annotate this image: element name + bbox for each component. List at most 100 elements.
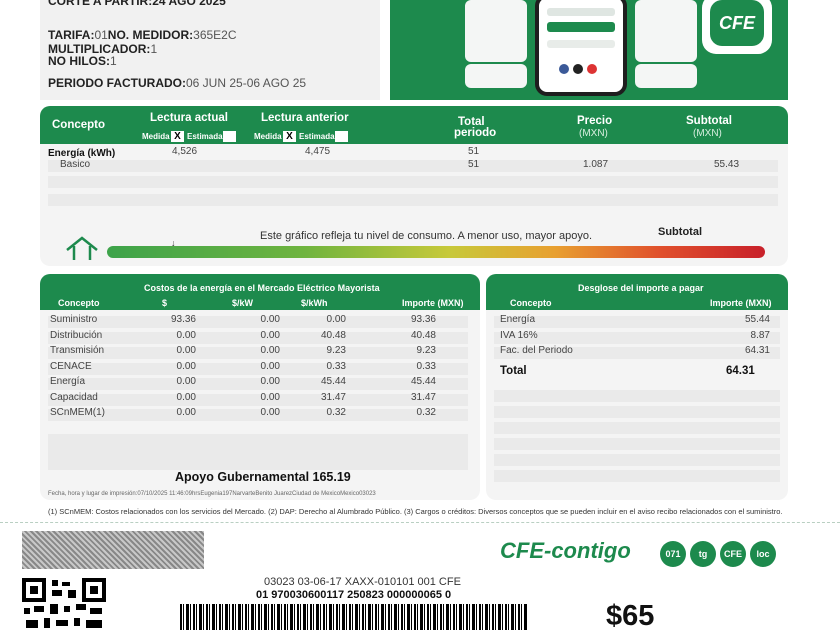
medidor-label: NO. MEDIDOR:: [107, 28, 194, 42]
lectura-anterior-value: 4,475: [305, 146, 331, 157]
reference-line-2: 01 970030600117 250823 000000065 0: [256, 589, 452, 601]
market-cell: 0.32: [416, 407, 436, 418]
footnote: (1) SCnMEM: Costos relacionados con los …: [48, 507, 783, 516]
breakdown-concept: Fac. del Periodo: [500, 345, 573, 356]
telegram-icon[interactable]: tg: [690, 541, 716, 567]
consumption-box: Concepto Lectura actual Medida X Estimad…: [40, 106, 788, 266]
market-cell: 0.00: [176, 345, 196, 356]
basico-label: Basico: [60, 159, 91, 170]
medida-check: X: [171, 131, 184, 142]
market-costs-table: Costos de la energía en el Mercado Eléct…: [40, 274, 480, 500]
market-costs-header: Costos de la energía en el Mercado Eléct…: [40, 274, 480, 310]
basico-total: 51: [468, 159, 480, 170]
total-energia-value: 51: [468, 146, 480, 157]
market-cell: 0.00: [260, 314, 280, 325]
cut-date: CORTE A PARTIR:24 AGO 2025: [48, 0, 226, 8]
consumption-header: Concepto Lectura actual Medida X Estimad…: [40, 106, 788, 144]
table-row: [494, 438, 780, 450]
hilos-label: NO HILOS:: [48, 54, 110, 68]
market-cell: 0.00: [176, 329, 196, 341]
tarifa-label: TARIFA:: [48, 28, 95, 42]
market-cell: 0.00: [260, 345, 280, 356]
total-label: Total: [500, 365, 527, 377]
market-cell: 0.00: [260, 376, 280, 387]
cfe-app-icon[interactable]: CFE: [720, 541, 746, 567]
market-cell: 0.00: [176, 391, 196, 403]
lectura-actual-value: 4,526: [172, 146, 198, 157]
market-cell: 0.00: [326, 314, 346, 325]
market-cell: 9.23: [416, 345, 436, 356]
estimada-label: Estimada: [299, 132, 335, 141]
market-costs-title: Costos de la energía en el Mercado Eléct…: [144, 283, 380, 293]
precio-unit: (MXN): [579, 128, 608, 139]
col-per-kw: $/kW: [232, 298, 254, 308]
market-cell: 0.00: [176, 376, 196, 387]
col-concepto: Concepto: [58, 298, 100, 308]
phone-illustration: [535, 0, 627, 96]
medida-label: Medida: [142, 132, 170, 141]
market-cell: SCnMEM(1): [50, 407, 106, 418]
basico-precio: 1.087: [583, 159, 609, 170]
security-pattern: [22, 531, 204, 569]
table-row: [494, 422, 780, 434]
promo-card: [465, 64, 527, 88]
market-cell: Capacidad: [50, 391, 98, 403]
billing-info-panel: CORTE A PARTIR:24 AGO 2025 TARIFA:01NO. …: [40, 0, 380, 100]
table-row: [48, 458, 468, 470]
estimada-check: [335, 131, 348, 142]
col-lectura-actual: Lectura actual: [150, 112, 228, 124]
consumption-gauge-bar: [107, 246, 765, 258]
market-cell: 0.00: [260, 391, 280, 403]
market-cell: 0.33: [416, 360, 436, 372]
estimada-label: Estimada: [187, 132, 223, 141]
market-cell: 40.48: [320, 329, 346, 341]
market-cell: Distribución: [50, 329, 103, 341]
market-cell: 31.47: [410, 391, 436, 403]
market-cell: 45.44: [320, 376, 346, 387]
cfe-logo: CFE: [710, 0, 764, 46]
phone-071-icon[interactable]: 071: [660, 541, 686, 567]
tarifa-line: TARIFA:01NO. MEDIDOR:365E2C: [48, 28, 237, 42]
location-icon[interactable]: loc: [750, 541, 776, 567]
promo-card: [635, 0, 697, 62]
col-importe: Importe (MXN): [402, 298, 464, 308]
market-cell: 93.36: [410, 314, 436, 325]
multiplicador-value: 1: [150, 42, 158, 56]
table-row: [494, 454, 780, 466]
periodo-line: PERIODO FACTURADO:06 JUN 25-06 AGO 25: [48, 76, 306, 90]
col-concepto: Concepto: [510, 298, 552, 308]
breakdown-amount: 55.44: [744, 314, 770, 325]
market-cell: Suministro: [50, 314, 98, 325]
market-cell: 0.00: [176, 407, 196, 418]
energia-label: Energía (kWh): [48, 148, 116, 159]
payment-breakdown-header: Desglose del importe a pagar Concepto Im…: [486, 274, 788, 310]
qr-code: [22, 578, 106, 628]
col-concepto: Concepto: [52, 119, 106, 131]
breakdown-amount: 64.31: [744, 345, 770, 356]
col-per-kwh: $/kWh: [301, 298, 328, 308]
market-cell: 40.48: [410, 329, 436, 341]
table-row: [494, 470, 780, 482]
gauge-subtotal-label: Subtotal: [658, 226, 702, 238]
col-subtotal: Subtotal: [686, 115, 732, 127]
market-cell: Energía: [50, 376, 86, 387]
breakdown-concept: Energía: [500, 314, 536, 325]
col-importe: Importe (MXN): [710, 298, 772, 308]
promo-banner: CFE: [390, 0, 788, 100]
estimada-check: [223, 131, 236, 142]
cut-line: [0, 522, 840, 523]
hilos-line: NO HILOS:1: [48, 54, 117, 68]
market-cell: 0.00: [176, 360, 196, 372]
market-cell: 93.36: [170, 314, 196, 325]
tarifa-value: 01: [94, 28, 108, 42]
table-row: [48, 194, 778, 206]
market-cell: 31.47: [320, 391, 346, 403]
table-row: [494, 406, 780, 418]
medida-check: X: [283, 131, 296, 142]
subtotal-unit: (MXN): [693, 128, 722, 139]
col-dollar: $: [162, 298, 168, 308]
market-cell: 0.32: [326, 407, 346, 418]
promo-card: [465, 0, 527, 62]
breakdown-title: Desglose del importe a pagar: [578, 283, 704, 293]
table-row: [48, 176, 778, 188]
